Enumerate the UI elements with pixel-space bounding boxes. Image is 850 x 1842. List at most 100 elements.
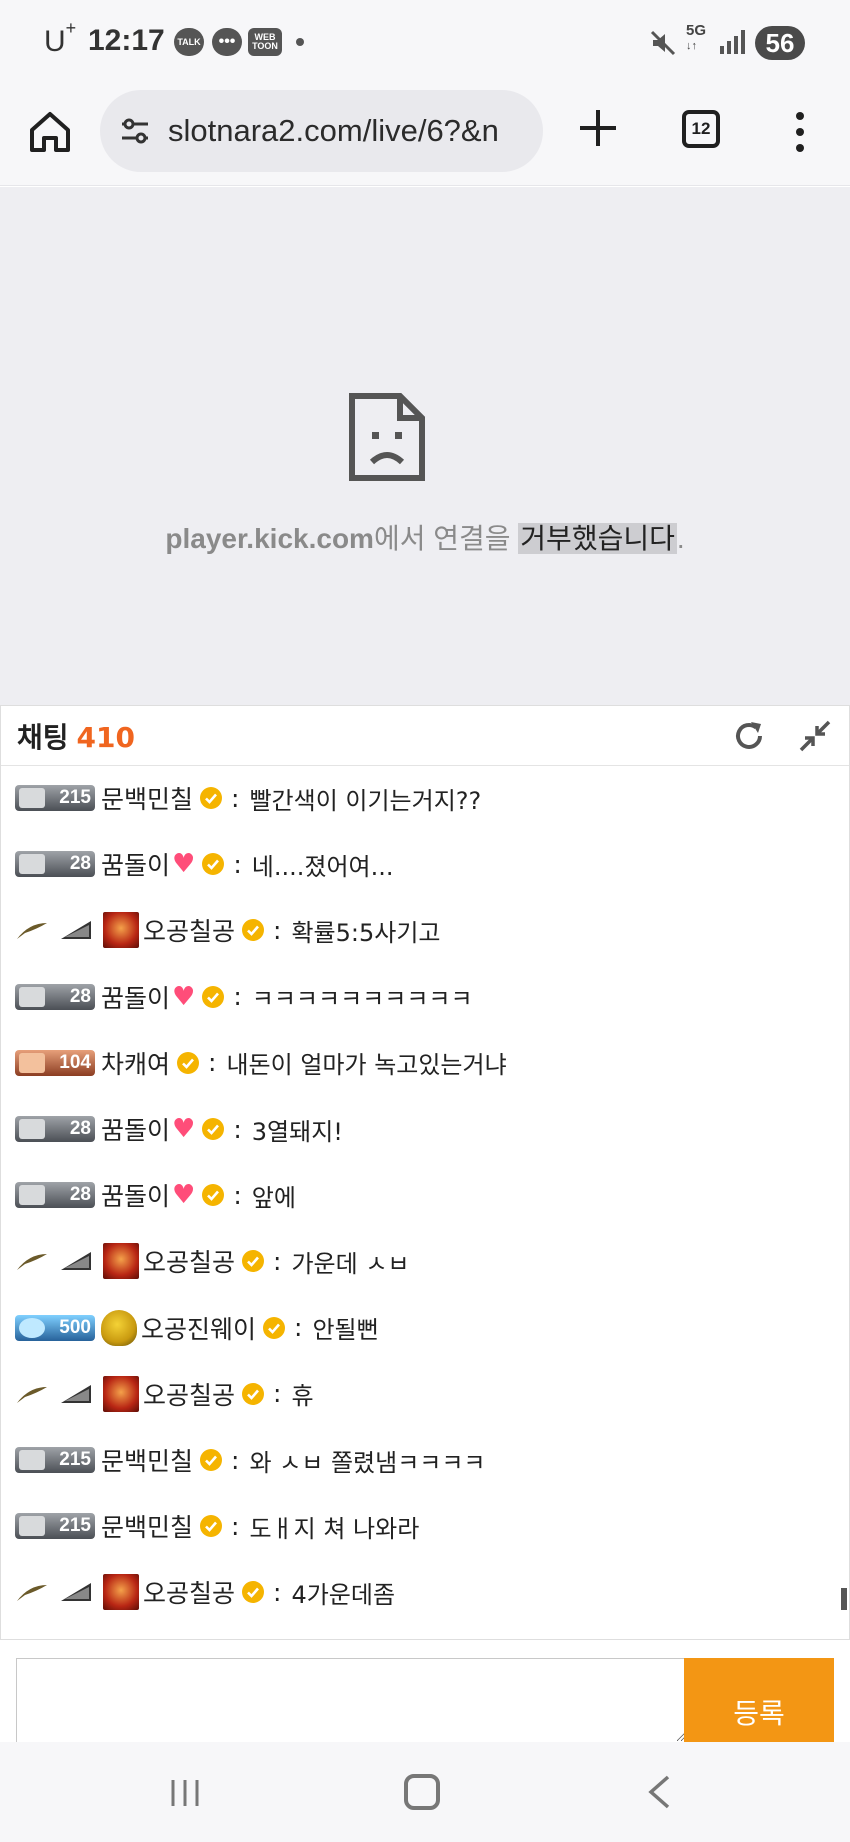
kakaotalk-notification-icon: TALK xyxy=(174,28,204,56)
more-notifications-dot xyxy=(296,38,304,46)
level-badge: 28 xyxy=(15,1182,95,1209)
user-nickname[interactable]: 꿈돌이 xyxy=(101,979,170,1015)
verified-icon xyxy=(202,985,225,1008)
status-bar: U+ 12:17 TALK ••• WEB TOON 5G ↓↑ 56 xyxy=(0,0,850,86)
message-separator: : xyxy=(273,1379,282,1409)
more-menu-icon[interactable] xyxy=(790,110,810,154)
url-text[interactable]: slotnara2.com/live/6?&n xyxy=(168,113,499,149)
verified-icon xyxy=(200,787,223,809)
user-nickname[interactable]: 꿈돌이 xyxy=(101,1111,170,1147)
rank-icons xyxy=(15,1383,99,1405)
user-nickname[interactable]: 오공칠공 xyxy=(143,1376,235,1412)
refresh-icon[interactable] xyxy=(731,718,767,754)
recent-apps-icon[interactable] xyxy=(168,1778,202,1808)
heart-icon: ♥ xyxy=(172,1180,196,1211)
network-5g-icon: 5G ↓↑ xyxy=(686,22,707,52)
message-text: 빨간색이 이기는거지?? xyxy=(249,786,482,815)
message-text: 3열돼지! xyxy=(251,1117,343,1146)
signal-icon xyxy=(720,30,745,54)
chat-input[interactable] xyxy=(16,1658,686,1742)
chat-scrollbar[interactable] xyxy=(841,1588,847,1610)
message-text: 휴 xyxy=(291,1382,314,1411)
verified-icon xyxy=(242,1382,265,1405)
message-text: 와 ㅅㅂ 쫄렸냄ㅋㅋㅋㅋ xyxy=(249,1448,486,1477)
chat-message-row: 500 오공진웨이: 안될뻔 xyxy=(15,1303,379,1353)
user-nickname[interactable]: 오공칠공 xyxy=(143,912,235,948)
level-badge: 104 xyxy=(15,1049,95,1076)
new-tab-icon[interactable] xyxy=(576,106,620,150)
user-avatar[interactable] xyxy=(103,1574,139,1611)
stair-rank-icon xyxy=(61,1583,91,1602)
stair-rank-icon xyxy=(61,921,91,940)
stair-rank-icon xyxy=(61,1252,91,1271)
address-bar[interactable]: slotnara2.com/live/6?&n xyxy=(100,90,543,172)
message-separator: : xyxy=(273,1246,282,1276)
user-nickname[interactable]: 차캐여 xyxy=(101,1045,170,1081)
verified-icon xyxy=(242,1250,265,1273)
clock: 12:17 xyxy=(88,24,165,57)
collapse-icon[interactable] xyxy=(797,718,833,754)
message-text: 가운데 ㅅㅂ xyxy=(291,1249,410,1278)
home-icon[interactable] xyxy=(26,108,74,156)
chat-title: 채팅 410 xyxy=(17,721,135,754)
heart-icon: ♥ xyxy=(172,981,196,1012)
submit-button[interactable]: 등록 xyxy=(684,1658,834,1742)
rank-icons xyxy=(15,1581,99,1603)
message-text: 도ㅐ지 쳐 나와라 xyxy=(249,1514,420,1543)
chat-message-list[interactable]: 215 문백민칠: 빨간색이 이기는거지?? 28 꿈돌이 ♥: 네....졌어여... 오공… xyxy=(1,766,849,1638)
error-host: player.kick.com xyxy=(165,523,374,554)
user-nickname[interactable]: 오공칠공 xyxy=(143,1574,235,1610)
chat-input-area: 등록 xyxy=(0,1640,850,1742)
site-settings-icon[interactable] xyxy=(118,114,152,148)
user-nickname[interactable]: 오공칠공 xyxy=(143,1243,235,1279)
stair-rank-icon xyxy=(61,1384,91,1403)
user-avatar[interactable] xyxy=(103,1243,139,1280)
user-nickname[interactable]: 문백민칠 xyxy=(101,1508,193,1544)
blocked-frame-error: player.kick.com에서 연결을 거부했습니다. xyxy=(0,187,850,705)
chat-message-row: 오공칠공:4가운데좀 xyxy=(15,1567,395,1617)
rank-icons xyxy=(15,1250,99,1272)
message-separator: : xyxy=(231,783,240,813)
carrier-label: U+ xyxy=(44,18,77,58)
message-separator: : xyxy=(233,1114,242,1144)
heart-icon: ♥ xyxy=(172,849,196,880)
level-badge: 215 xyxy=(15,1447,95,1473)
level-badge: 28 xyxy=(15,983,95,1010)
user-nickname[interactable]: 문백민칠 xyxy=(101,1442,193,1478)
user-nickname[interactable]: 오공진웨이 xyxy=(141,1310,256,1346)
verified-icon xyxy=(242,919,265,942)
user-avatar[interactable] xyxy=(103,1375,139,1412)
browser-toolbar: slotnara2.com/live/6?&n 12 xyxy=(0,86,850,186)
back-icon[interactable] xyxy=(646,1774,672,1810)
user-nickname[interactable]: 꿈돌이 xyxy=(101,1177,170,1213)
rank-icons xyxy=(15,919,99,941)
chat-message-row: 215 문백민칠: 빨간색이 이기는거지?? xyxy=(15,773,481,823)
tab-switcher-button[interactable]: 12 xyxy=(682,110,720,148)
message-separator: : xyxy=(231,1511,240,1541)
verified-icon xyxy=(177,1051,200,1074)
system-nav-bar xyxy=(0,1742,850,1842)
chat-message-row: 215 문백민칠: 도ㅐ지 쳐 나와라 xyxy=(15,1501,419,1551)
webtoon-notification-icon: WEB TOON xyxy=(248,28,282,56)
message-separator: : xyxy=(273,915,282,945)
user-avatar[interactable] xyxy=(103,912,139,949)
chat-header: 채팅 410 xyxy=(1,706,849,766)
verified-icon xyxy=(202,1118,225,1140)
chat-message-row: 215 문백민칠: 와 ㅅㅂ 쫄렸냄ㅋㅋㅋㅋ xyxy=(15,1435,486,1485)
user-avatar[interactable] xyxy=(101,1309,137,1346)
user-nickname[interactable]: 문백민칠 xyxy=(101,780,193,816)
error-text: 에서 연결을 xyxy=(373,523,519,554)
chat-message-row: 28 꿈돌이 ♥:3열돼지! xyxy=(15,1104,343,1154)
chat-message-row: 28 꿈돌이 ♥: ㅋㅋㅋㅋㅋㅋㅋㅋㅋㅋ xyxy=(15,972,473,1022)
mute-icon xyxy=(650,30,676,56)
nav-home-icon[interactable] xyxy=(404,1774,440,1810)
chat-count: 410 xyxy=(76,721,135,754)
level-badge: 500 xyxy=(15,1314,95,1341)
message-text: ㅋㅋㅋㅋㅋㅋㅋㅋㅋㅋ xyxy=(251,985,473,1014)
verified-icon xyxy=(200,1449,223,1471)
message-text: 4가운데좀 xyxy=(291,1580,396,1609)
battery-indicator: 56 xyxy=(755,26,805,60)
chat-message-row: 28 꿈돌이 ♥: 앞에 xyxy=(15,1170,296,1220)
user-nickname[interactable]: 꿈돌이 xyxy=(101,846,170,882)
message-text: 확률5:5사기고 xyxy=(291,918,441,947)
